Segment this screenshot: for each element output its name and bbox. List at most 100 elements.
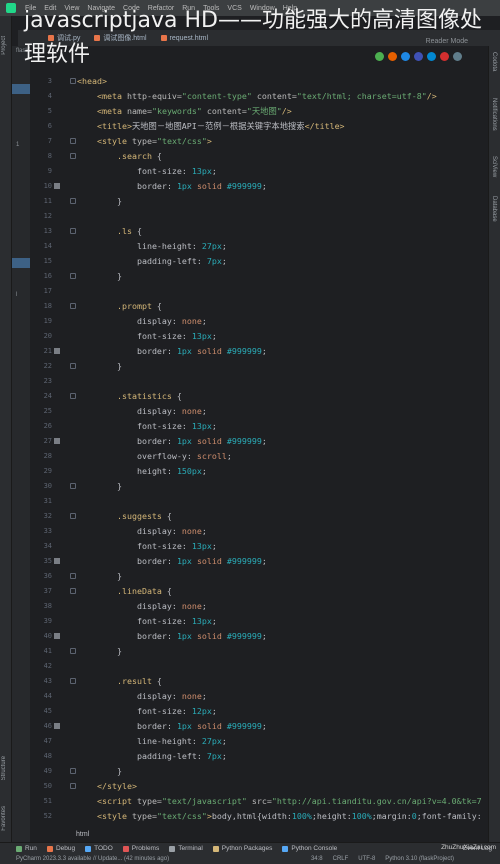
gutter-marker-icon[interactable]	[54, 438, 60, 444]
code-line[interactable]: 9 font-size: 13px;	[30, 164, 488, 179]
database-tool-label[interactable]: Database	[491, 196, 497, 222]
code-line[interactable]: 21 border: 1px solid #999999;	[30, 344, 488, 359]
fold-toggle-icon[interactable]	[70, 228, 76, 234]
codota-tool-label[interactable]: Codota	[491, 52, 497, 71]
code-line[interactable]: 24 .statistics {	[30, 389, 488, 404]
sciview-tool-label[interactable]: SciView	[491, 156, 497, 177]
project-item[interactable]: l	[16, 292, 17, 298]
code-line[interactable]: 10 border: 1px solid #999999;	[30, 179, 488, 194]
notifications-tool-label[interactable]: Notifications	[491, 98, 497, 131]
code-line[interactable]: 33 display: none;	[30, 524, 488, 539]
fold-toggle-icon[interactable]	[70, 648, 76, 654]
project-item[interactable]: 1	[16, 142, 19, 148]
code-line[interactable]: 6 <title>天地图－地图API－范例－根据关键字本地搜索</title>	[30, 119, 488, 134]
fold-toggle-icon[interactable]	[70, 393, 76, 399]
line-separator[interactable]: CRLF	[333, 856, 349, 862]
code-line[interactable]: 43 .result {	[30, 674, 488, 689]
code-line[interactable]: 51 <script type="text/javascript" src="h…	[30, 794, 488, 809]
code-line[interactable]: 23	[30, 374, 488, 389]
code-line[interactable]: 42	[30, 659, 488, 674]
code-line[interactable]: 11 }	[30, 194, 488, 209]
fold-toggle-icon[interactable]	[70, 768, 76, 774]
code-line[interactable]: 18 .prompt {	[30, 299, 488, 314]
code-text: display: none;	[136, 316, 207, 326]
code-line[interactable]: 50 </style>	[30, 779, 488, 794]
tool-window-todo[interactable]: TODO	[85, 845, 113, 852]
fold-toggle-icon[interactable]	[70, 363, 76, 369]
code-line[interactable]: 14 line-height: 27px;	[30, 239, 488, 254]
gutter-marker-icon[interactable]	[54, 348, 60, 354]
fold-toggle-icon[interactable]	[70, 483, 76, 489]
code-line[interactable]: 38 display: none;	[30, 599, 488, 614]
code-line[interactable]: 49 }	[30, 764, 488, 779]
code-line[interactable]: 46 border: 1px solid #999999;	[30, 719, 488, 734]
line-number: 48	[43, 752, 52, 760]
code-line[interactable]: 4 <meta http-equiv="content-type" conten…	[30, 89, 488, 104]
fold-toggle-icon[interactable]	[70, 783, 76, 789]
file-encoding[interactable]: UTF-8	[358, 856, 375, 862]
code-line[interactable]: 39 font-size: 13px;	[30, 614, 488, 629]
code-line[interactable]: 22 }	[30, 359, 488, 374]
favorites-tool-label[interactable]: Favorites	[1, 806, 7, 831]
fold-toggle-icon[interactable]	[70, 588, 76, 594]
breadcrumb[interactable]: html	[76, 828, 476, 842]
code-line[interactable]: 8 .search {	[30, 149, 488, 164]
code-line[interactable]: 29 height: 150px;	[30, 464, 488, 479]
code-line[interactable]: 20 font-size: 13px;	[30, 329, 488, 344]
code-line[interactable]: 40 border: 1px solid #999999;	[30, 629, 488, 644]
code-line[interactable]: 13 .ls {	[30, 224, 488, 239]
code-line[interactable]: 47 line-height: 27px;	[30, 734, 488, 749]
code-line[interactable]: 25 display: none;	[30, 404, 488, 419]
tool-window-run[interactable]: Run	[16, 845, 37, 852]
tool-window-debug[interactable]: Debug	[46, 845, 75, 852]
code-line[interactable]: 26 font-size: 13px;	[30, 419, 488, 434]
code-line[interactable]: 31	[30, 494, 488, 509]
tool-window-terminal[interactable]: Terminal	[169, 845, 203, 852]
gutter-marker-icon[interactable]	[54, 183, 60, 189]
fold-toggle-icon[interactable]	[70, 573, 76, 579]
python-interpreter[interactable]: Python 3.10 (flaskProject)	[385, 856, 454, 862]
code-line[interactable]: 3 <head>	[30, 74, 488, 89]
code-line[interactable]: 34 font-size: 13px;	[30, 539, 488, 554]
code-line[interactable]: 32 .suggests {	[30, 509, 488, 524]
code-editor[interactable]: Reader Mode 3 <head> 4 <meta http-equiv="c…	[30, 38, 488, 838]
status-message[interactable]: PyCharm 2023.3.3 available // Update... …	[16, 856, 169, 862]
code-line[interactable]: 35 border: 1px solid #999999;	[30, 554, 488, 569]
project-selected-item[interactable]	[12, 84, 30, 94]
code-line[interactable]: 37 .lineData {	[30, 584, 488, 599]
code-line[interactable]: 52 <style type="text/css">body,html{widt…	[30, 809, 488, 824]
code-line[interactable]: 45 font-size: 12px;	[30, 704, 488, 719]
code-line[interactable]: 48 padding-left: 7px;	[30, 749, 488, 764]
code-line[interactable]: 16 }	[30, 269, 488, 284]
fold-toggle-icon[interactable]	[70, 513, 76, 519]
code-line[interactable]: 7 <style type="text/css">	[30, 134, 488, 149]
tool-window-problems[interactable]: Problems	[122, 845, 159, 852]
caret-position[interactable]: 34:8	[311, 856, 323, 862]
fold-toggle-icon[interactable]	[70, 78, 76, 84]
fold-toggle-icon[interactable]	[70, 303, 76, 309]
fold-toggle-icon[interactable]	[70, 198, 76, 204]
project-tool-label[interactable]: Project	[1, 36, 7, 55]
gutter-marker-icon[interactable]	[54, 633, 60, 639]
fold-toggle-icon[interactable]	[70, 678, 76, 684]
code-line[interactable]: 19 display: none;	[30, 314, 488, 329]
code-line[interactable]: 12	[30, 209, 488, 224]
gutter-marker-icon[interactable]	[54, 723, 60, 729]
code-line[interactable]: 28 overflow-y: scroll;	[30, 449, 488, 464]
fold-toggle-icon[interactable]	[70, 273, 76, 279]
code-line[interactable]: 36 }	[30, 569, 488, 584]
code-line[interactable]: 30 }	[30, 479, 488, 494]
fold-toggle-icon[interactable]	[70, 138, 76, 144]
fold-toggle-icon[interactable]	[70, 153, 76, 159]
project-selected-item[interactable]	[12, 258, 30, 268]
tool-window-python-console[interactable]: Python Console	[282, 845, 337, 852]
gutter-marker-icon[interactable]	[54, 558, 60, 564]
tool-window-python-packages[interactable]: Python Packages	[212, 845, 272, 852]
code-line[interactable]: 41 }	[30, 644, 488, 659]
code-line[interactable]: 44 display: none;	[30, 689, 488, 704]
code-line[interactable]: 5 <meta name="keywords" content="天地图"/>	[30, 104, 488, 119]
code-line[interactable]: 17	[30, 284, 488, 299]
code-line[interactable]: 15 padding-left: 7px;	[30, 254, 488, 269]
code-line[interactable]: 27 border: 1px solid #999999;	[30, 434, 488, 449]
structure-tool-label[interactable]: Structure	[1, 756, 7, 780]
